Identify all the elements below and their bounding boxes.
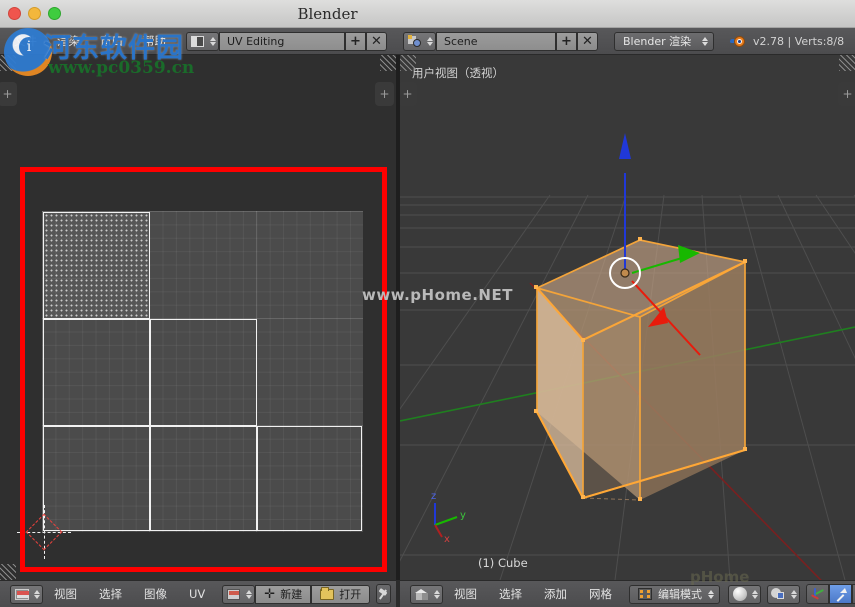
uv-left-region-toggle[interactable]: +: [0, 82, 17, 106]
new-image-button[interactable]: ✛ 新建: [255, 585, 311, 604]
uv-menu-image[interactable]: 图像: [133, 581, 178, 607]
svg-text:z: z: [431, 491, 436, 502]
open-image-label: 打开: [339, 586, 361, 602]
render-engine-dropdown[interactable]: Blender 渲染: [614, 32, 714, 51]
screen-layout-delete-button[interactable]: ✕: [366, 32, 387, 51]
menu-window[interactable]: 窗口: [90, 28, 133, 55]
uv-editor-type-selector[interactable]: [10, 585, 43, 604]
v3d-menu-select[interactable]: 选择: [488, 581, 533, 607]
uv-menu-select[interactable]: 选择: [88, 581, 133, 607]
interaction-mode-label: 编辑模式: [658, 586, 702, 602]
v3d-right-region-toggle[interactable]: +: [838, 82, 855, 106]
screen-layout-selector[interactable]: UV Editing + ✕: [186, 32, 387, 51]
window-titlebar: Blender: [0, 0, 855, 28]
edit-mode-icon: [638, 588, 652, 600]
manipulator-translate-icon[interactable]: [806, 584, 829, 604]
image-datablock-spinner[interactable]: [244, 585, 255, 604]
uv-image-plane[interactable]: [42, 211, 363, 532]
svg-text:y: y: [460, 510, 466, 521]
shading-solid-icon[interactable]: [728, 585, 750, 604]
pin-image-toggle[interactable]: [376, 584, 391, 604]
top-header-bar: 文件 渲染 窗口 帮助 UV Editing + ✕ Scene + ✕ Ble…: [0, 28, 855, 55]
uv-face[interactable]: [150, 426, 257, 531]
uv-face-selected[interactable]: [43, 212, 150, 319]
version-status-text: v2.78 | Verts:8/8: [753, 35, 844, 48]
plus-icon: ✛: [264, 587, 275, 602]
svg-text:x: x: [444, 534, 450, 545]
view3d-icon[interactable]: [410, 585, 432, 604]
screen-layout-add-button[interactable]: +: [345, 32, 366, 51]
blender-window: Blender 文件 渲染 窗口 帮助 UV Editing + ✕ Scene…: [0, 0, 855, 607]
uv-menu-uv[interactable]: UV: [178, 581, 216, 607]
uv-right-region-toggle[interactable]: +: [375, 82, 394, 106]
viewport-scene[interactable]: z y x: [400, 55, 855, 580]
image-datablock-icon[interactable]: [222, 585, 244, 604]
v3d-menu-mesh[interactable]: 网格: [578, 581, 623, 607]
image-datablock-selector[interactable]: ✛ 新建 打开: [222, 585, 370, 604]
uv-face[interactable]: [150, 319, 257, 426]
view3d-footer: 视图 选择 添加 网格 编辑模式: [400, 580, 855, 607]
blender-logo-icon: [730, 35, 745, 48]
pivot-point-selector[interactable]: [767, 585, 800, 604]
uv-face[interactable]: [43, 319, 150, 426]
pin-icon: [377, 588, 390, 601]
new-image-label: 新建: [280, 586, 302, 602]
uv-editor-footer: 视图 选择 图像 UV ✛ 新建 打开: [0, 580, 396, 607]
work-area: + +: [0, 55, 855, 580]
scene-selector[interactable]: Scene + ✕: [403, 32, 598, 51]
uv-face[interactable]: [43, 426, 150, 531]
active-object-label: (1) Cube: [478, 556, 528, 570]
viewport-shading-selector[interactable]: [728, 585, 761, 604]
uv-image-editor[interactable]: + +: [0, 55, 396, 580]
open-image-button[interactable]: 打开: [311, 585, 370, 604]
scene-name[interactable]: Scene: [436, 32, 556, 51]
uv-canvas[interactable]: [0, 55, 396, 580]
uv-2d-cursor[interactable]: [44, 532, 45, 533]
window-title: Blender: [0, 0, 855, 28]
chevron-updown-icon: [708, 590, 714, 599]
scene-delete-button[interactable]: ✕: [577, 32, 598, 51]
v3d-left-region-toggle[interactable]: +: [400, 82, 417, 106]
uv-face[interactable]: [257, 426, 362, 531]
uv-menu-view[interactable]: 视图: [43, 581, 88, 607]
v3d-menu-add[interactable]: 添加: [533, 581, 578, 607]
menu-file[interactable]: 文件: [4, 28, 47, 55]
v3d-menu-view[interactable]: 视图: [443, 581, 488, 607]
shading-spinner[interactable]: [750, 585, 761, 604]
3d-viewport[interactable]: z y x 用户视图（透视） (1) Cube + +: [400, 55, 855, 580]
scene-spinner[interactable]: [425, 32, 436, 51]
scene-add-button[interactable]: +: [556, 32, 577, 51]
screen-layout-icon[interactable]: [186, 32, 208, 51]
view3d-editor-type-selector[interactable]: [410, 585, 443, 604]
manipulator-rotate-icon[interactable]: [829, 584, 852, 604]
interaction-mode-dropdown[interactable]: 编辑模式: [629, 585, 720, 604]
menu-help[interactable]: 帮助: [133, 28, 176, 55]
folder-icon: [320, 589, 334, 600]
scene-icon[interactable]: [403, 32, 425, 51]
chevron-updown-icon: [702, 37, 708, 46]
manipulator-toggles[interactable]: [806, 584, 855, 604]
screen-layout-spinner[interactable]: [208, 32, 219, 51]
view3d-editor-type-spinner[interactable]: [432, 585, 443, 604]
pivot-spinner[interactable]: [789, 585, 800, 604]
view-orientation-label: 用户视图（透视）: [412, 65, 504, 81]
pivot-point-icon[interactable]: [767, 585, 789, 604]
image-editor-icon[interactable]: [10, 585, 32, 604]
menu-render[interactable]: 渲染: [47, 28, 90, 55]
screen-layout-name[interactable]: UV Editing: [219, 32, 345, 51]
render-engine-label: Blender 渲染: [623, 33, 691, 49]
uv-editor-type-spinner[interactable]: [32, 585, 43, 604]
